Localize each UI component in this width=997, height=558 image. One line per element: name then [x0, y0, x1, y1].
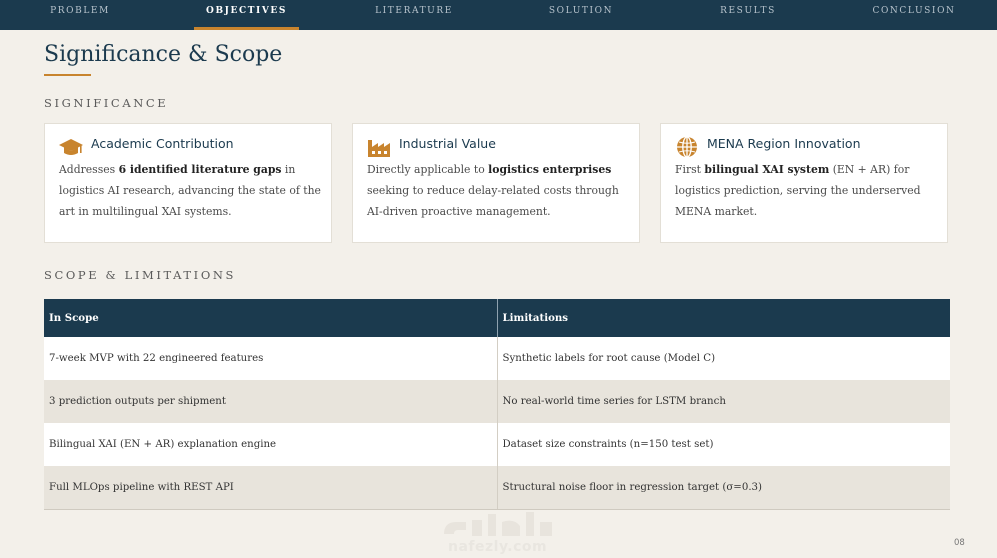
- watermark-text: nafezly.com: [448, 539, 548, 555]
- nav-item-literature[interactable]: LITERATURE: [370, 0, 458, 30]
- nav-item-problem[interactable]: PROBLEM: [40, 0, 120, 30]
- nav-item-results[interactable]: RESULTS: [712, 0, 784, 30]
- table-cell: Dataset size constraints (n=150 test set…: [496, 423, 951, 466]
- scope-limitations-heading: SCOPE & LIMITATIONS: [44, 268, 236, 282]
- page-title: Significance & Scope: [44, 42, 283, 67]
- card-description: Directly applicable to logistics enterpr…: [367, 163, 619, 218]
- active-tab-indicator: [194, 27, 299, 30]
- nav-item-conclusion[interactable]: CONCLUSION: [868, 0, 960, 30]
- table-cell: 7-week MVP with 22 engineered features: [49, 353, 264, 364]
- card-title: Academic Contribution: [91, 136, 234, 151]
- table-cell: Bilingual XAI (EN + AR) explanation engi…: [49, 439, 277, 450]
- table-row: 7-week MVP with 22 engineered features S…: [44, 337, 950, 380]
- column-header-in-scope: In Scope: [49, 312, 99, 324]
- column-header-limitations: Limitations: [496, 299, 951, 337]
- nav-item-objectives[interactable]: OBJECTIVES: [194, 0, 299, 30]
- card-title: Industrial Value: [399, 136, 496, 151]
- graduation-cap-icon: [59, 139, 83, 155]
- table-cell: 3 prediction outputs per shipment: [49, 396, 226, 407]
- table-cell: Synthetic labels for root cause (Model C…: [496, 337, 951, 380]
- card-industrial-value: Industrial Value Directly applicable to …: [352, 123, 640, 243]
- title-underline: [44, 74, 91, 76]
- card-title: MENA Region Innovation: [707, 136, 861, 151]
- table-cell: Structural noise floor in regression tar…: [496, 466, 951, 509]
- table-row: Bilingual XAI (EN + AR) explanation engi…: [44, 423, 950, 466]
- card-description: Addresses 6 identified literature gaps i…: [59, 163, 321, 218]
- page-number: 08: [954, 538, 965, 548]
- table-cell: Full MLOps pipeline with REST API: [49, 482, 234, 493]
- nav-item-solution[interactable]: SOLUTION: [540, 0, 622, 30]
- significance-heading: SIGNIFICANCE: [44, 96, 169, 110]
- table-row: 3 prediction outputs per shipment No rea…: [44, 380, 950, 423]
- factory-icon: [368, 140, 390, 157]
- card-academic-contribution: Academic Contribution Addresses 6 identi…: [44, 123, 332, 243]
- card-mena-region-innovation: MENA Region Innovation First bilingual X…: [660, 123, 948, 243]
- scope-table: In Scope Limitations 7-week MVP with 22 …: [44, 299, 950, 510]
- card-description: First bilingual XAI system (EN + AR) for…: [675, 163, 921, 218]
- globe-icon: [677, 136, 697, 158]
- table-header: In Scope Limitations: [44, 299, 950, 337]
- table-cell: No real-world time series for LSTM branc…: [496, 380, 951, 423]
- top-navigation: PROBLEM OBJECTIVES LITERATURE SOLUTION R…: [0, 0, 997, 30]
